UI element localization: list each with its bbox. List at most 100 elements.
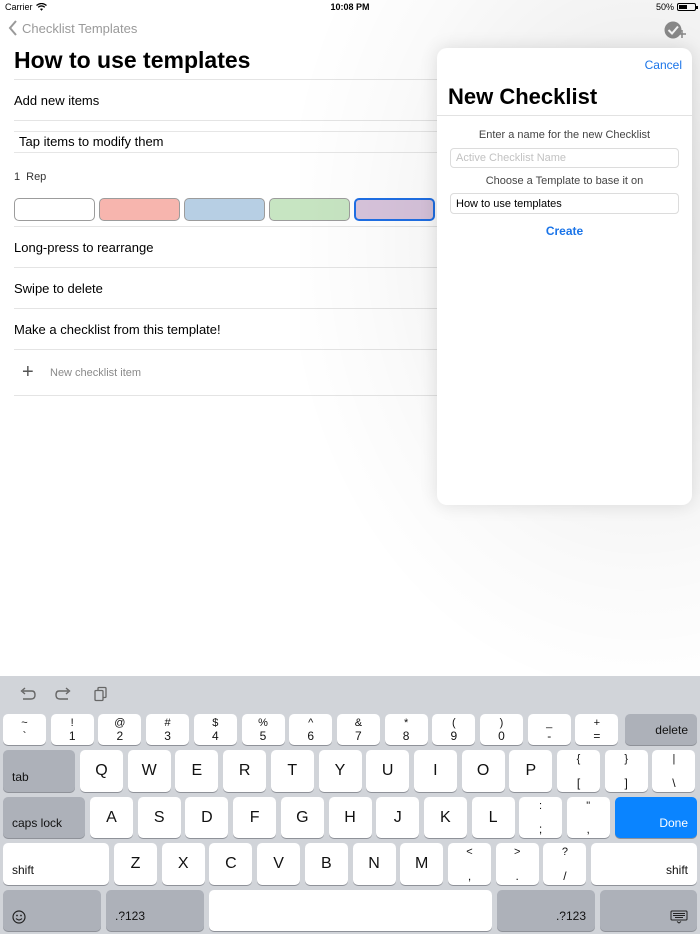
rep-count[interactable]: 1 — [14, 171, 20, 183]
key-label: R — [238, 762, 251, 779]
caps-lock-label: caps lock — [12, 816, 63, 830]
letter-key[interactable]: W — [127, 750, 171, 792]
list-item[interactable]: Add new items — [14, 80, 454, 121]
shift-left-key[interactable]: shift — [3, 843, 109, 885]
letter-key[interactable]: K — [423, 797, 467, 838]
letter-key[interactable]: N — [352, 843, 396, 885]
cancel-button[interactable]: Cancel — [645, 58, 682, 72]
letter-key[interactable]: Y — [318, 750, 362, 792]
add-checklist-icon[interactable] — [663, 18, 687, 42]
create-button[interactable]: Create — [437, 224, 692, 238]
letter-key[interactable]: R — [223, 750, 267, 792]
symbol-key[interactable]: ? / — [543, 843, 587, 885]
letter-key[interactable]: C — [209, 843, 253, 885]
list-item[interactable]: Long-press to rearrange — [14, 227, 454, 268]
key-label: P — [525, 762, 537, 779]
done-key[interactable]: Done — [615, 797, 697, 838]
letter-key[interactable]: X — [161, 843, 205, 885]
number-key[interactable]: + = — [575, 714, 619, 745]
dismiss-keyboard-key[interactable] — [600, 890, 697, 931]
symbol-key[interactable]: :; — [519, 797, 562, 838]
letter-key[interactable]: S — [137, 797, 181, 838]
number-key[interactable]: * 8 — [384, 714, 428, 745]
number-key[interactable]: _ - — [527, 714, 571, 745]
key-shift-label: > — [513, 846, 521, 858]
letter-key[interactable]: B — [304, 843, 348, 885]
color-swatch[interactable] — [184, 197, 265, 221]
list-item[interactable]: Swipe to delete — [14, 268, 454, 309]
checklist-name-input[interactable] — [450, 148, 679, 168]
letter-key[interactable]: V — [257, 843, 301, 885]
popover-title: New Checklist — [448, 84, 598, 109]
battery-icon — [677, 3, 698, 11]
letter-key[interactable]: Z — [114, 843, 157, 885]
key-shift-label: | — [672, 753, 676, 765]
caps-lock-key[interactable]: caps lock — [3, 797, 85, 838]
number-key[interactable]: ^ 6 — [289, 714, 333, 745]
tab-key[interactable]: tab — [3, 750, 75, 792]
key-label: L — [488, 808, 498, 826]
letter-key[interactable]: L — [471, 797, 515, 838]
letter-key[interactable]: F — [233, 797, 277, 838]
letter-key[interactable]: A — [90, 797, 133, 838]
symbol-key[interactable]: {[ — [557, 750, 600, 792]
color-swatch[interactable] — [99, 197, 180, 221]
letter-key[interactable]: I — [413, 750, 457, 792]
number-key[interactable]: ! 1 — [50, 714, 94, 745]
key-label: Y — [334, 762, 346, 779]
list-item[interactable]: Make a checklist from this template! — [14, 309, 454, 350]
rep-label: Rep — [26, 171, 47, 183]
key-label: H — [344, 808, 356, 826]
key-label: 8 — [402, 729, 410, 743]
rep-row: 1 Rep — [14, 162, 454, 192]
key-shift-label: _ — [546, 717, 553, 729]
number-key[interactable]: (9 — [432, 714, 476, 745]
letter-key[interactable]: D — [185, 797, 229, 838]
symbol-key[interactable]: <, — [448, 843, 491, 885]
back-button[interactable]: Checklist Templates — [8, 20, 137, 36]
number-key[interactable]: ~ ` — [3, 714, 46, 745]
number-key[interactable]: % 5 — [241, 714, 285, 745]
new-item-row[interactable]: + New checklist item — [14, 350, 454, 396]
plus-icon[interactable]: + — [14, 361, 44, 384]
letter-key[interactable]: Q — [80, 750, 123, 792]
numbers-key-left[interactable]: .?123 — [106, 890, 204, 931]
template-select[interactable]: How to use templates — [450, 193, 679, 214]
symbol-key[interactable]: >. — [495, 843, 539, 885]
symbol-key[interactable]: | \ — [652, 750, 696, 792]
paste-icon[interactable] — [92, 686, 110, 702]
number-key[interactable]: @2 — [98, 714, 142, 745]
color-swatch[interactable] — [354, 197, 435, 221]
delete-key[interactable]: delete — [625, 714, 697, 745]
letter-key[interactable]: G — [280, 797, 324, 838]
letter-key[interactable]: M — [400, 843, 444, 885]
key-label: C — [225, 855, 237, 872]
item-edit-field[interactable]: Tap items to modify them — [14, 130, 440, 153]
space-key[interactable] — [209, 890, 492, 931]
letter-key[interactable]: H — [328, 797, 372, 838]
letter-key[interactable]: P — [509, 750, 553, 792]
redo-icon[interactable] — [55, 686, 73, 702]
key-label: M — [415, 855, 429, 872]
letter-key[interactable]: T — [270, 750, 314, 792]
letter-key[interactable]: E — [175, 750, 219, 792]
number-key[interactable]: & 7 — [336, 714, 380, 745]
letter-key[interactable]: O — [461, 750, 505, 792]
number-key[interactable]: #3 — [146, 714, 190, 745]
color-swatches — [14, 192, 454, 227]
letter-key[interactable]: J — [376, 797, 420, 838]
numbers-key-right[interactable]: .?123 — [497, 890, 595, 931]
key-label: . — [515, 869, 519, 883]
symbol-key[interactable]: }] — [604, 750, 648, 792]
number-key[interactable]: ) 0 — [480, 714, 523, 745]
color-swatch[interactable] — [14, 197, 95, 221]
letter-key[interactable]: U — [366, 750, 410, 792]
symbol-key[interactable]: ", — [566, 797, 610, 838]
emoji-key[interactable] — [3, 890, 101, 931]
color-swatch[interactable] — [269, 197, 350, 221]
number-key[interactable]: $4 — [193, 714, 237, 745]
tab-key-label: tab — [12, 770, 29, 784]
shift-right-key[interactable]: shift — [591, 843, 697, 885]
key-label: = — [593, 729, 601, 743]
undo-icon[interactable] — [18, 686, 36, 702]
